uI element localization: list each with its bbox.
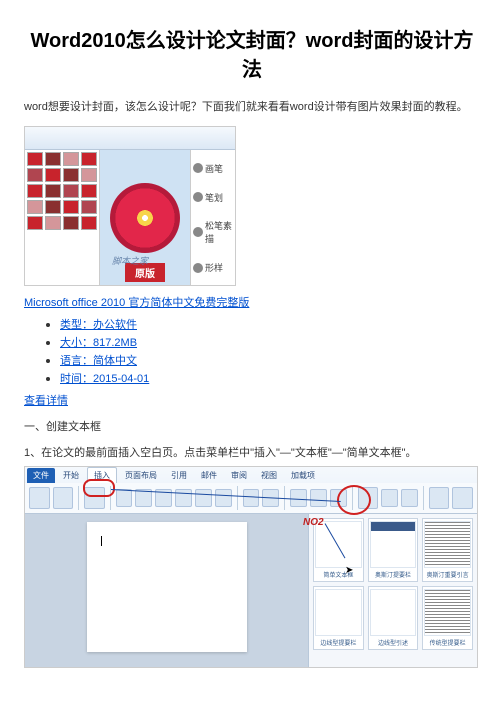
tab-home[interactable]: 开始 [57, 468, 85, 483]
tab-layout[interactable]: 页面布局 [119, 468, 163, 483]
tab-review[interactable]: 审阅 [225, 468, 253, 483]
texture-swatch [27, 200, 43, 214]
tab-view[interactable]: 视图 [255, 468, 283, 483]
symbol-icon[interactable] [452, 487, 473, 509]
effect-label: 笔划 [205, 191, 223, 204]
effect-dot-icon [193, 192, 203, 202]
origin-label: 原版 [125, 263, 165, 282]
texture-swatch [27, 168, 43, 182]
texture-swatch [81, 152, 97, 166]
texture-swatch [27, 184, 43, 198]
footer-icon[interactable] [310, 489, 327, 507]
texture-swatch [27, 152, 43, 166]
page-title: Word2010怎么设计论文封面？word封面的设计方法 [24, 24, 480, 82]
texture-swatch [81, 184, 97, 198]
flower-preview: 原版 [100, 150, 190, 286]
texture-swatch [63, 200, 79, 214]
meta-time-link[interactable]: 时间：2015-04-01 [60, 373, 149, 385]
software-meta-list: 类型：办公软件 大小：817.2MB 语言：简体中文 时间：2015-04-01 [24, 316, 480, 386]
meta-lang-link[interactable]: 语言：简体中文 [60, 355, 137, 367]
texture-swatch [63, 168, 79, 182]
word-ribbon-1 [25, 127, 235, 150]
flower-image [110, 183, 180, 253]
tab-addins[interactable]: 加载项 [285, 468, 321, 483]
screenshot-icon[interactable] [215, 489, 232, 507]
blank-page-icon[interactable] [53, 487, 74, 509]
hyperlink-icon[interactable] [243, 489, 260, 507]
cursor-icon: ➤ [345, 565, 353, 576]
ribbon-tab [29, 134, 31, 143]
texture-swatch [45, 200, 61, 214]
document-page [87, 522, 247, 652]
text-cursor [101, 536, 102, 546]
textbox-option-austin-quote[interactable]: 奥斯汀重要引言 [422, 518, 473, 582]
textbox-option-border-quote[interactable]: 边线型引述 [368, 586, 419, 650]
texture-swatch [63, 216, 79, 230]
texture-swatch [45, 216, 61, 230]
texture-swatch [81, 216, 97, 230]
meta-lang: 语言：简体中文 [60, 352, 480, 368]
texture-swatch [45, 168, 61, 182]
wordart-icon[interactable] [401, 489, 418, 507]
intro-text: word想要设计封面，该怎么设计呢？下面我们就来看看word设计带有图片效果封面… [24, 98, 480, 114]
meta-type: 类型：办公软件 [60, 316, 480, 332]
texture-swatch [63, 184, 79, 198]
step-1-text: 1、在论文的最前面插入空白页。点击菜单栏中"插入"—"文本框"—"简单文本框"。 [24, 444, 480, 460]
texture-swatch [81, 200, 97, 214]
document-area [25, 514, 308, 668]
picture-icon[interactable] [116, 489, 133, 507]
effect-labels: 画笔 笔划 松笔素描 形样 [190, 150, 235, 286]
texture-swatch-panel [25, 150, 100, 286]
textbox-option-traditional[interactable]: 传统型提要栏 [422, 586, 473, 650]
download-link[interactable]: Microsoft office 2010 官方简体中文免费完整版 [24, 297, 249, 309]
section-heading-1: 一、创建文本框 [24, 418, 480, 434]
tab-references[interactable]: 引用 [165, 468, 193, 483]
equation-icon[interactable] [429, 487, 450, 509]
texture-swatch [45, 184, 61, 198]
texture-swatch [81, 168, 97, 182]
textbox-option-austin-sidebar[interactable]: 奥斯汀提要栏 [368, 518, 419, 582]
tab-mail[interactable]: 邮件 [195, 468, 223, 483]
effect-label: 形样 [205, 261, 223, 274]
meta-time: 时间：2015-04-01 [60, 370, 480, 386]
annotation-circle-textbox [337, 485, 371, 515]
effect-label: 画笔 [205, 162, 223, 175]
cover-page-icon[interactable] [29, 487, 50, 509]
meta-size: 大小：817.2MB [60, 334, 480, 350]
effect-label: 松笔素描 [205, 219, 233, 245]
quickparts-icon[interactable] [381, 489, 398, 507]
screenshot-2: 文件 开始 插入 页面布局 引用 邮件 审阅 视图 加载项 [24, 466, 478, 668]
texture-swatch [63, 152, 79, 166]
chart-icon[interactable] [195, 489, 212, 507]
annotation-no2-label: NO2 [303, 517, 324, 528]
texture-swatch [27, 216, 43, 230]
tab-file[interactable]: 文件 [27, 468, 55, 483]
effect-dot-icon [193, 263, 203, 273]
effect-dot-icon [193, 163, 203, 173]
meta-type-link[interactable]: 类型：办公软件 [60, 319, 137, 331]
screenshot-1: 原版 画笔 笔划 松笔素描 形样 脚本之家 [24, 126, 236, 286]
meta-size-link[interactable]: 大小：817.2MB [60, 337, 137, 349]
detail-link[interactable]: 查看详情 [24, 395, 68, 407]
textbox-option-border-sidebar[interactable]: 边线型提要栏 [313, 586, 364, 650]
texture-swatch [45, 152, 61, 166]
effect-dot-icon [193, 227, 203, 237]
